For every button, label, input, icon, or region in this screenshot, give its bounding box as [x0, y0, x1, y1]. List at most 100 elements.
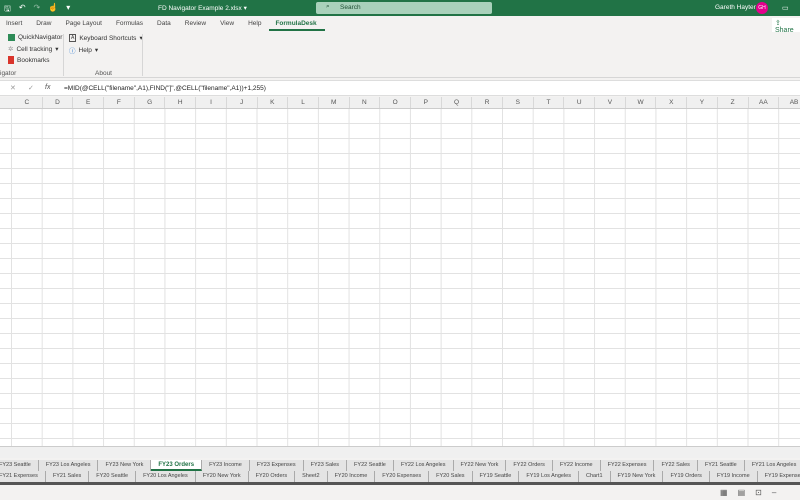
column-header-I[interactable]: I — [196, 97, 227, 108]
column-header-L[interactable]: L — [288, 97, 319, 108]
sheet-tab[interactable]: FY19 New York — [610, 471, 664, 482]
sheet-tab[interactable]: FY19 Income — [709, 471, 758, 482]
sheet-tab[interactable]: FY20 Income — [327, 471, 376, 482]
column-header-D[interactable]: D — [43, 97, 74, 108]
column-header-W[interactable]: W — [626, 97, 657, 108]
bookmarks-label: Bookmarks — [17, 56, 50, 64]
column-header-N[interactable]: N — [350, 97, 381, 108]
ribbon-display-icon[interactable]: ▭ — [782, 4, 789, 12]
column-header-H[interactable]: H — [165, 97, 197, 108]
page-layout-view-icon[interactable]: ▤ — [738, 488, 746, 497]
column-header-AA[interactable]: AA — [749, 97, 780, 108]
sheet-tab[interactable]: FY23 Income — [202, 460, 250, 471]
tab-help[interactable]: Help — [242, 16, 269, 32]
tab-page-layout[interactable]: Page Layout — [59, 16, 110, 32]
sheet-tab[interactable]: FY19 Orders — [663, 471, 710, 482]
ribbon-tabs: Insert Draw Page Layout Formulas Data Review V… — [0, 16, 800, 32]
column-header-E[interactable]: E — [73, 97, 105, 108]
column-header-V[interactable]: V — [595, 97, 626, 108]
sheet-tab[interactable]: FY23 Expenses — [249, 460, 304, 471]
sheet-tab[interactable]: FY19 Seattle — [472, 471, 520, 482]
sheet-tab[interactable]: Chart1 — [579, 471, 611, 482]
column-header-T[interactable]: T — [534, 97, 565, 108]
column-header-R[interactable]: R — [472, 97, 503, 108]
sheet-tab[interactable]: FY20 Los Angeles — [136, 471, 196, 482]
sheet-tab[interactable]: FY23 New York — [98, 460, 152, 471]
sheet-tab[interactable]: FY19 Los Angeles — [519, 471, 579, 482]
cell-tracking-icon: ✲ — [8, 46, 14, 53]
sheet-tab[interactable]: FY23 Los Angeles — [38, 460, 99, 471]
sheet-tab[interactable]: FY20 Sales — [429, 471, 473, 482]
chevron-down-icon: ▾ — [55, 46, 59, 53]
column-header-U[interactable]: U — [564, 97, 596, 108]
keyboard-shortcuts-button[interactable]: AKeyboard Shortcuts▾ — [69, 34, 143, 42]
sheet-tab[interactable]: FY21 Sales — [45, 471, 90, 482]
search-box[interactable]: ⌕ Search — [316, 2, 492, 14]
column-header-F[interactable]: F — [104, 97, 135, 108]
column-header-C[interactable]: C — [12, 97, 43, 108]
document-title[interactable]: FD Navigator Example 2.xlsx ▾ — [158, 4, 247, 12]
column-header-Z[interactable]: Z — [718, 97, 749, 108]
sheet-tab[interactable]: FY22 Seattle — [347, 460, 394, 471]
horizontal-scrollbar[interactable] — [0, 446, 800, 458]
zoom-out-icon[interactable]: – — [772, 488, 776, 497]
tab-review[interactable]: Review — [179, 16, 214, 32]
column-header-J[interactable]: J — [227, 97, 258, 108]
bookmarks-button[interactable]: Bookmarks — [8, 56, 50, 64]
quicknavigator-button[interactable]: QuickNavigator — [8, 34, 62, 41]
sheet-tab[interactable]: FY20 Expenses — [375, 471, 430, 482]
customize-icon[interactable]: ▾ — [66, 3, 70, 17]
sheet-tab[interactable]: Sheet2 — [295, 471, 328, 482]
quicknavigator-label: QuickNavigator — [18, 34, 63, 41]
column-header-O[interactable]: O — [380, 97, 411, 108]
sheet-tab[interactable]: FY22 Income — [552, 460, 601, 471]
help-button[interactable]: ⓘ Help ▾ — [69, 45, 98, 56]
column-header-G[interactable]: G — [135, 97, 166, 108]
page-break-view-icon[interactable]: ⊡ — [755, 488, 762, 497]
avatar[interactable]: GH — [756, 2, 768, 14]
sheet-tab[interactable]: FY21 Expenses — [0, 471, 46, 482]
sheet-tab[interactable]: FY21 Seattle — [697, 460, 745, 471]
cell-grid[interactable] — [0, 109, 800, 446]
cell-tracking-label: Cell tracking — [16, 45, 53, 53]
sheet-tab[interactable]: FY20 Orders — [248, 471, 296, 482]
insert-function-icon[interactable]: fx — [45, 84, 50, 91]
undo-icon[interactable]: ↶ — [19, 3, 26, 17]
sheet-tab[interactable]: FY21 Los Angeles — [744, 460, 800, 471]
sheet-tab[interactable]: FY20 Seattle — [89, 471, 137, 482]
sheet-tabs-row-1: FY23 Seattle FY23 Los Angeles FY23 New Yor… — [0, 460, 800, 471]
cell-tracking-button[interactable]: ✲ Cell tracking ▾ — [8, 45, 59, 54]
user-name[interactable]: Gareth Hayter — [715, 4, 756, 11]
sheet-tab[interactable]: FY19 Expenses — [757, 471, 800, 482]
sheet-tab[interactable]: FY22 Los Angeles — [393, 460, 454, 471]
save-icon[interactable]: 🖫 — [4, 3, 11, 17]
sheet-tab[interactable]: FY22 Expenses — [600, 460, 655, 471]
column-header-X[interactable]: X — [656, 97, 688, 108]
sheet-tab[interactable]: FY22 Orders — [506, 460, 553, 471]
tab-formulas[interactable]: Formulas — [110, 16, 151, 32]
column-header-K[interactable]: K — [258, 97, 289, 108]
sheet-tab[interactable]: FY22 New York — [453, 460, 507, 471]
formula-input[interactable]: =MID(@CELL("filename",A1),FIND("]",@CELL… — [64, 85, 266, 92]
cancel-icon[interactable]: ✕ — [10, 84, 16, 92]
normal-view-icon[interactable]: ▦ — [720, 488, 728, 497]
column-header-Q[interactable]: Q — [442, 97, 473, 108]
tab-data[interactable]: Data — [151, 16, 179, 32]
sheet-tab[interactable]: FY23 Sales — [303, 460, 348, 471]
column-header-P[interactable]: P — [411, 97, 442, 108]
enter-icon[interactable]: ✓ — [28, 84, 34, 92]
sheet-tab[interactable]: FY23 Seattle — [0, 460, 39, 471]
sheet-tab[interactable]: FY22 Sales — [654, 460, 698, 471]
touch-mode-icon[interactable]: ☝ — [48, 3, 58, 17]
sheet-tab[interactable]: FY20 New York — [195, 471, 249, 482]
column-header-S[interactable]: S — [503, 97, 534, 108]
column-header-Y[interactable]: Y — [687, 97, 718, 108]
redo-icon[interactable]: ↷ — [34, 3, 41, 17]
tab-insert[interactable]: Insert — [0, 16, 30, 32]
tab-draw[interactable]: Draw — [30, 16, 59, 32]
sheet-tab[interactable]: FY23 Orders — [151, 460, 203, 471]
column-header-AB[interactable]: AB — [779, 97, 800, 108]
column-header-M[interactable]: M — [319, 97, 350, 108]
tab-formuladesk[interactable]: FormulaDesk — [269, 16, 325, 31]
tab-view[interactable]: View — [214, 16, 242, 32]
